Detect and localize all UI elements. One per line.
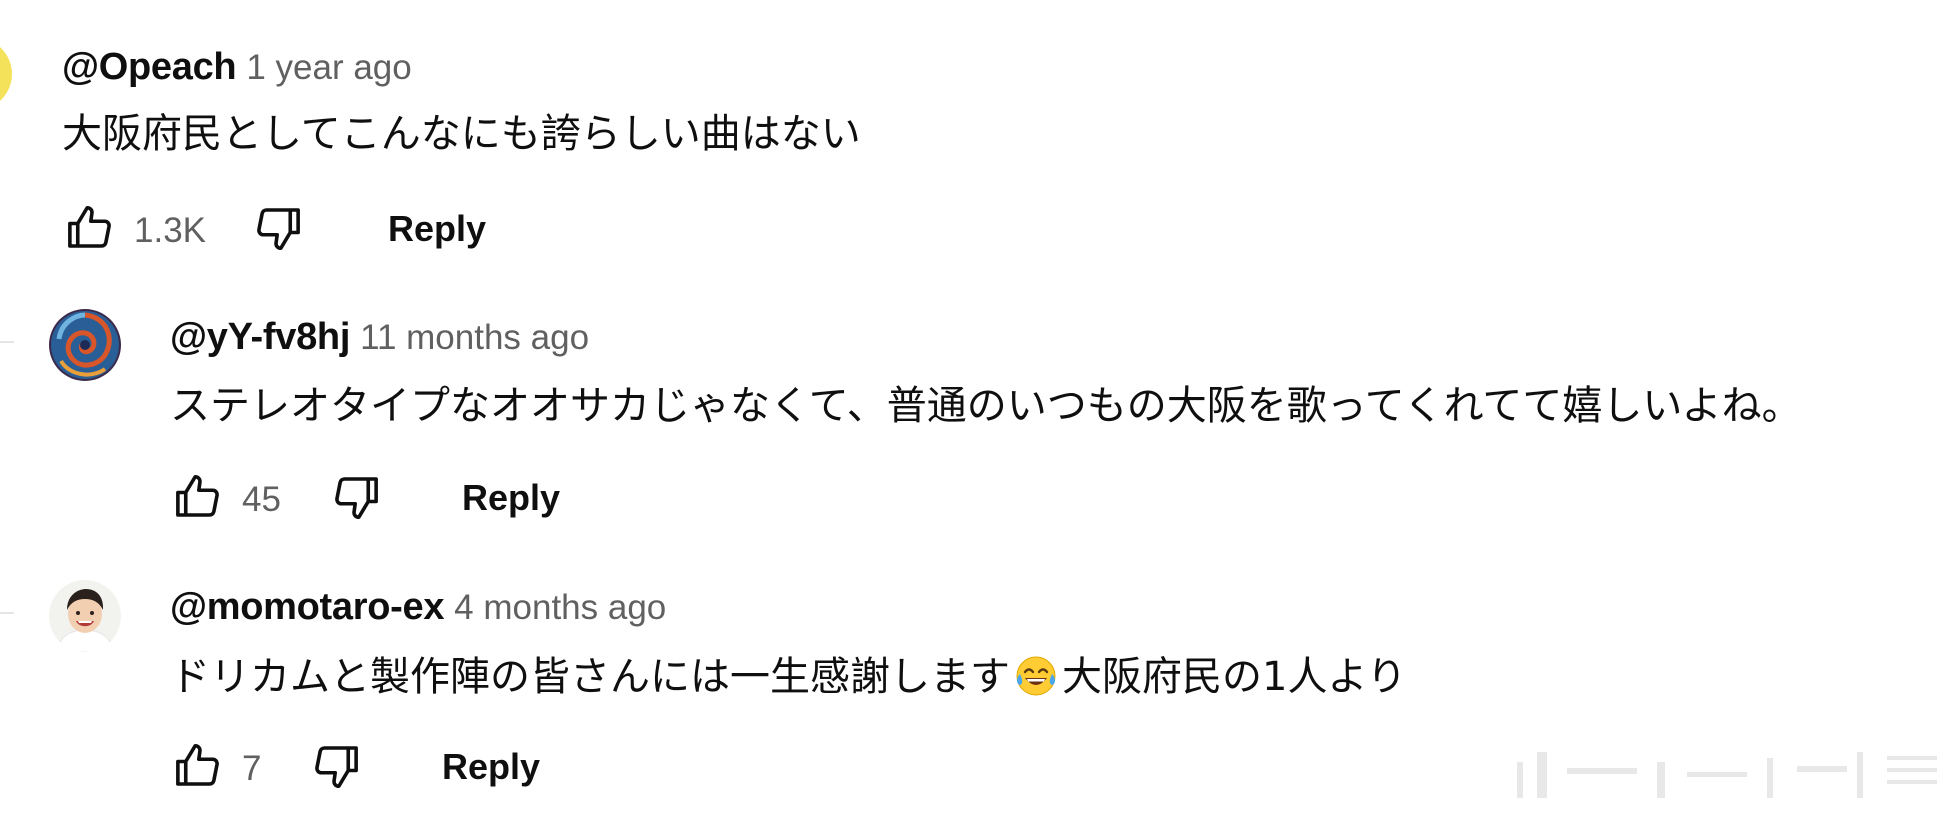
child-avatar-image <box>49 580 121 652</box>
comment-text: ドリカムと製作陣の皆さんには一生感謝します 大阪府民の1人より <box>170 654 1407 698</box>
comment-text-part: ドリカムと製作陣の皆さんには一生感謝します <box>170 654 1010 700</box>
comment-time[interactable]: 11 months ago <box>360 318 589 357</box>
comment-header: @yY-fv8hj 11 months ago <box>170 318 589 356</box>
watermark-marks <box>1517 752 1937 798</box>
reply-button[interactable]: Reply <box>462 480 560 516</box>
comment: @yY-fv8hj 11 months ago ステレオタイプなオオサカじゃなくて… <box>170 318 1930 520</box>
like-button[interactable] <box>170 470 224 524</box>
like-count: 7 <box>242 749 262 788</box>
comment-text: ステレオタイプなオオサカじゃなくて、普通のいつもの大阪を歌ってくれてて嬉しいよね… <box>170 383 1802 429</box>
avatar[interactable] <box>49 580 121 652</box>
thumbs-up-icon <box>176 474 219 517</box>
thread-connector <box>0 612 14 614</box>
dislike-button[interactable] <box>310 739 364 793</box>
comment-header: @momotaro-ex 4 months ago <box>170 588 666 626</box>
comment-author[interactable]: @momotaro-ex <box>170 586 444 628</box>
thumbs-up-icon <box>176 743 219 786</box>
comment-author[interactable]: @yY-fv8hj <box>170 316 350 358</box>
reply-button[interactable]: Reply <box>442 749 540 785</box>
comment-time[interactable]: 1 year ago <box>246 48 411 87</box>
face-with-tears-of-joy-icon <box>1016 656 1056 696</box>
avatar[interactable] <box>49 309 121 381</box>
like-count: 45 <box>242 480 281 519</box>
comment: @Opeach 1 year ago 大阪府民としてこんなにも誇らしい曲はない 1… <box>62 48 1862 251</box>
swirl-avatar-image <box>49 309 121 381</box>
thumbs-down-icon <box>257 208 300 251</box>
comment-time[interactable]: 4 months ago <box>454 588 666 627</box>
comment-text-part: 大阪府民の1人より <box>1062 654 1407 700</box>
avatar[interactable] <box>0 38 12 110</box>
like-button[interactable] <box>62 201 116 255</box>
thumbs-down-icon <box>315 746 358 789</box>
thumbs-down-icon <box>335 477 378 520</box>
comment-author[interactable]: @Opeach <box>62 46 237 88</box>
dislike-button[interactable] <box>252 201 306 255</box>
thumbs-up-icon <box>68 205 111 248</box>
dislike-button[interactable] <box>330 470 384 524</box>
like-count: 1.3K <box>134 211 206 250</box>
thread-connector <box>0 341 14 343</box>
reply-button[interactable]: Reply <box>388 211 486 247</box>
like-button[interactable] <box>170 739 224 793</box>
comment-header: @Opeach 1 year ago <box>62 48 412 86</box>
comment-text: 大阪府民としてこんなにも誇らしい曲はない <box>62 111 861 157</box>
